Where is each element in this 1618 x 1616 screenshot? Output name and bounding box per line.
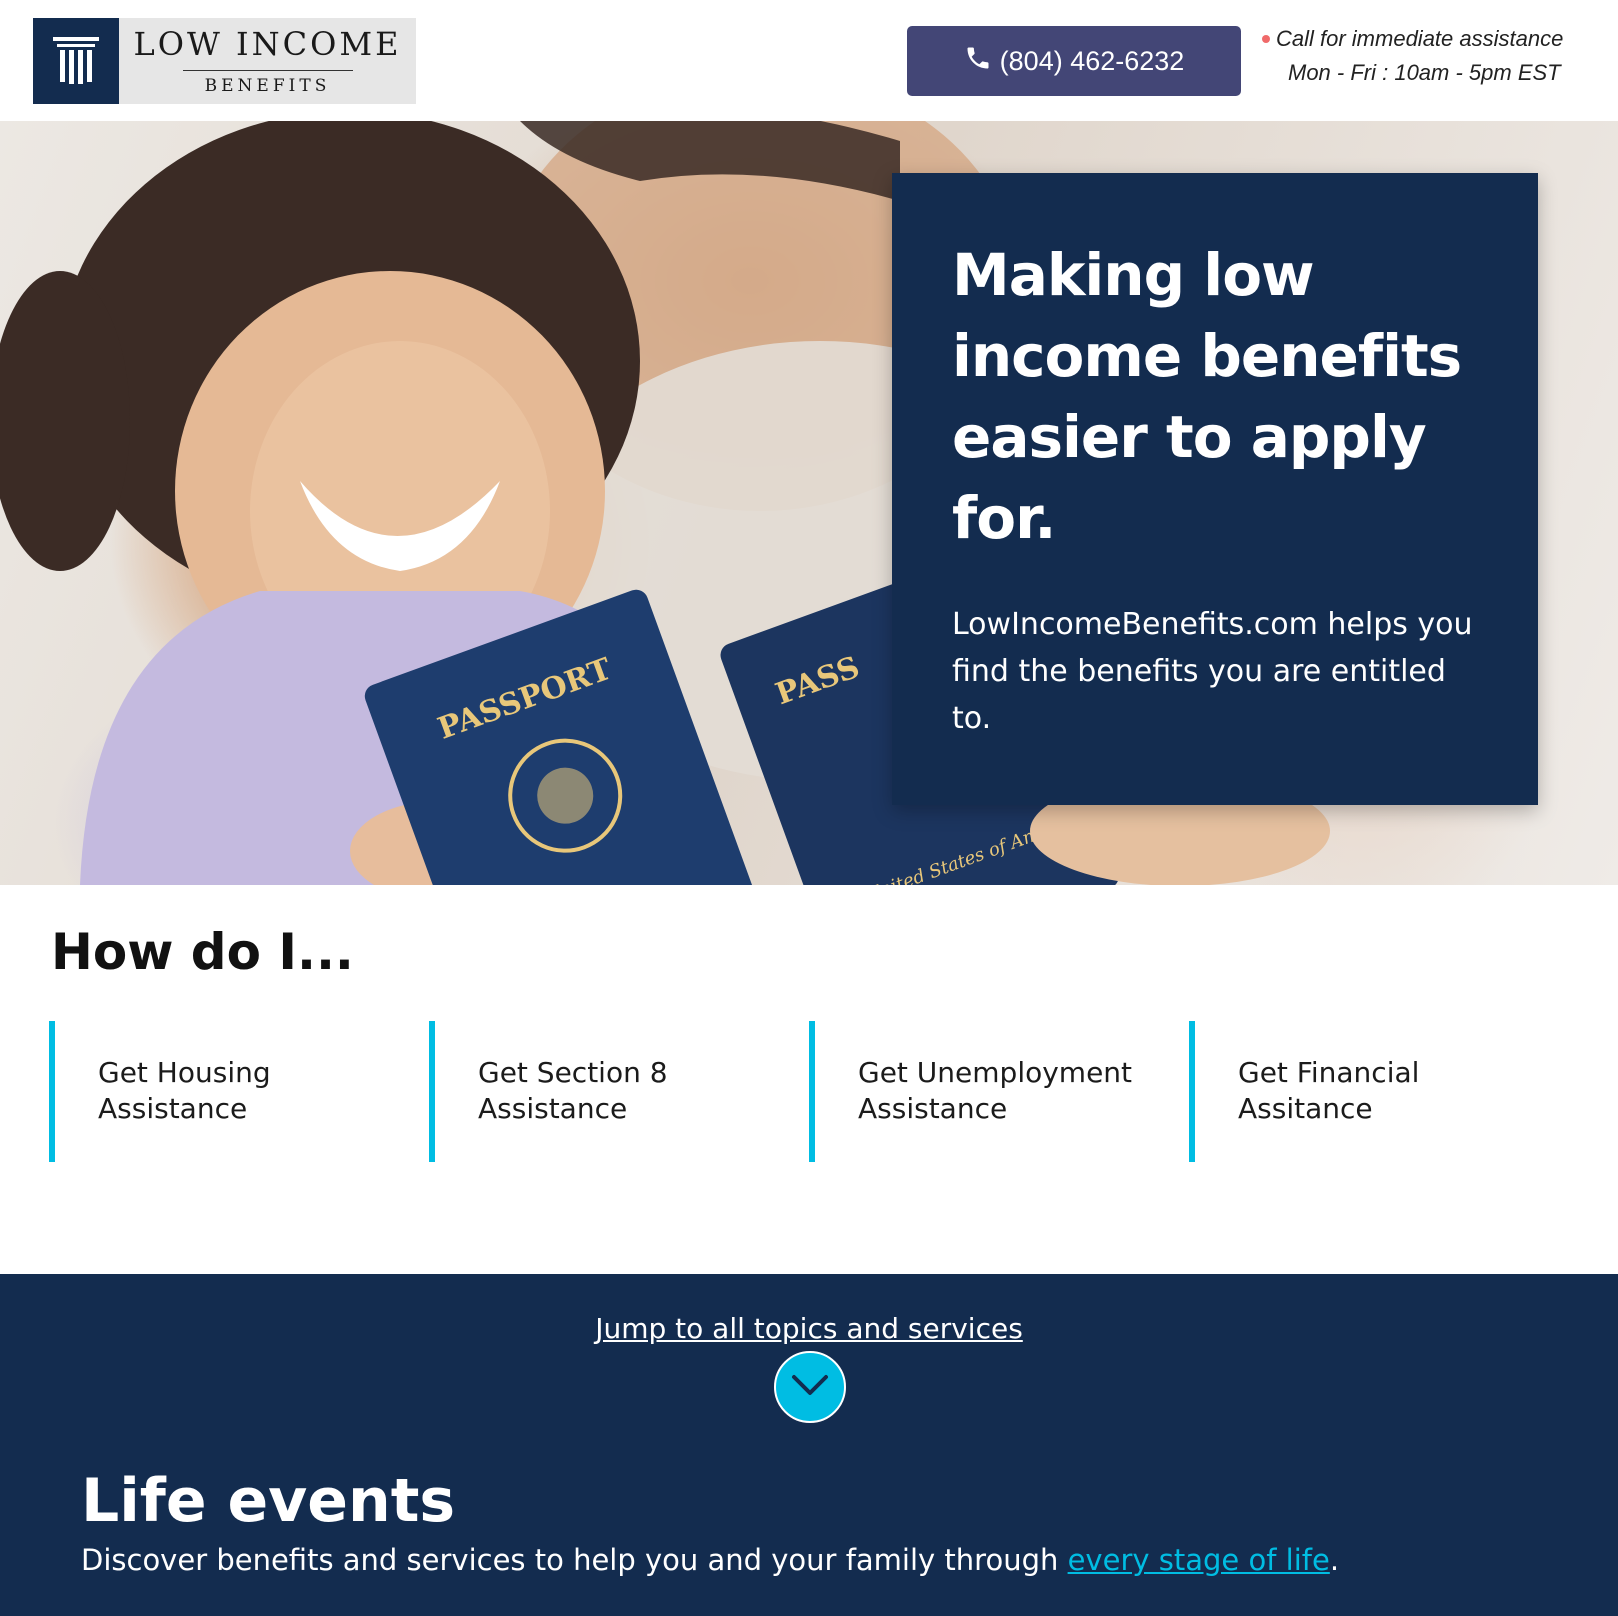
hero-section: PASSPORT PASS United States of America M… (0, 121, 1618, 885)
link-label-line-1: Get Section 8 (478, 1056, 668, 1089)
life-events-section: Jump to all topics and services Life eve… (0, 1274, 1618, 1616)
jump-down-button[interactable] (774, 1351, 846, 1423)
link-label-line-2: Assistance (98, 1092, 248, 1125)
unemployment-assistance-link[interactable]: Get Unemployment Assistance (809, 1021, 1139, 1162)
link-label-line-2: Assitance (1238, 1092, 1373, 1125)
pillar-icon (33, 18, 119, 104)
life-events-description: Discover benefits and services to help y… (81, 1543, 1339, 1577)
link-label-line-2: Assistance (858, 1092, 1008, 1125)
call-phone-button[interactable]: (804) 462-6232 (907, 26, 1241, 96)
housing-assistance-link[interactable]: Get Housing Assistance (49, 1021, 379, 1162)
financial-assistance-link[interactable]: Get Financial Assitance (1189, 1021, 1519, 1162)
hero-panel: Making low income benefits easier to app… (892, 173, 1538, 805)
logo-divider (182, 69, 353, 71)
link-label-line-1: Get Housing (98, 1056, 271, 1089)
logo-line-2: BENEFITS (204, 75, 331, 96)
chevron-down-icon (790, 1373, 830, 1401)
section-title: How do I... (51, 923, 354, 981)
logo-line-1: LOW INCOME (133, 24, 402, 63)
logo-wordmark: LOW INCOME BENEFITS (119, 18, 416, 104)
site-logo[interactable]: LOW INCOME BENEFITS (33, 18, 416, 104)
description-period: . (1329, 1543, 1340, 1577)
status-dot (1262, 35, 1270, 43)
how-do-i-section: How do I... Get Housing Assistance Get S… (0, 885, 1618, 1274)
phone-icon (964, 44, 992, 79)
assistance-info: Call for immediate assistance Mon - Fri … (1262, 22, 1602, 90)
section-8-assistance-link[interactable]: Get Section 8 Assistance (429, 1021, 759, 1162)
link-label-line-1: Get Unemployment (858, 1056, 1133, 1089)
assistance-callout: Call for immediate assistance (1276, 26, 1564, 51)
hero-subtitle: LowIncomeBenefits.com helps you find the… (952, 607, 1473, 736)
description-text: Discover benefits and services to help y… (81, 1543, 1068, 1577)
life-events-title: Life events (81, 1466, 456, 1536)
every-stage-of-life-link[interactable]: every stage of life (1068, 1543, 1330, 1577)
hero-title: Making low income benefits easier to app… (952, 241, 1462, 552)
link-label-line-2: Assistance (478, 1092, 628, 1125)
jump-to-topics-link[interactable]: Jump to all topics and services (0, 1312, 1618, 1345)
assistance-hours: Mon - Fri : 10am - 5pm EST (1288, 60, 1561, 85)
site-header: LOW INCOME BENEFITS (804) 462-6232 Call … (0, 0, 1618, 121)
link-label-line-1: Get Financial (1238, 1056, 1420, 1089)
phone-number: (804) 462-6232 (999, 45, 1185, 76)
